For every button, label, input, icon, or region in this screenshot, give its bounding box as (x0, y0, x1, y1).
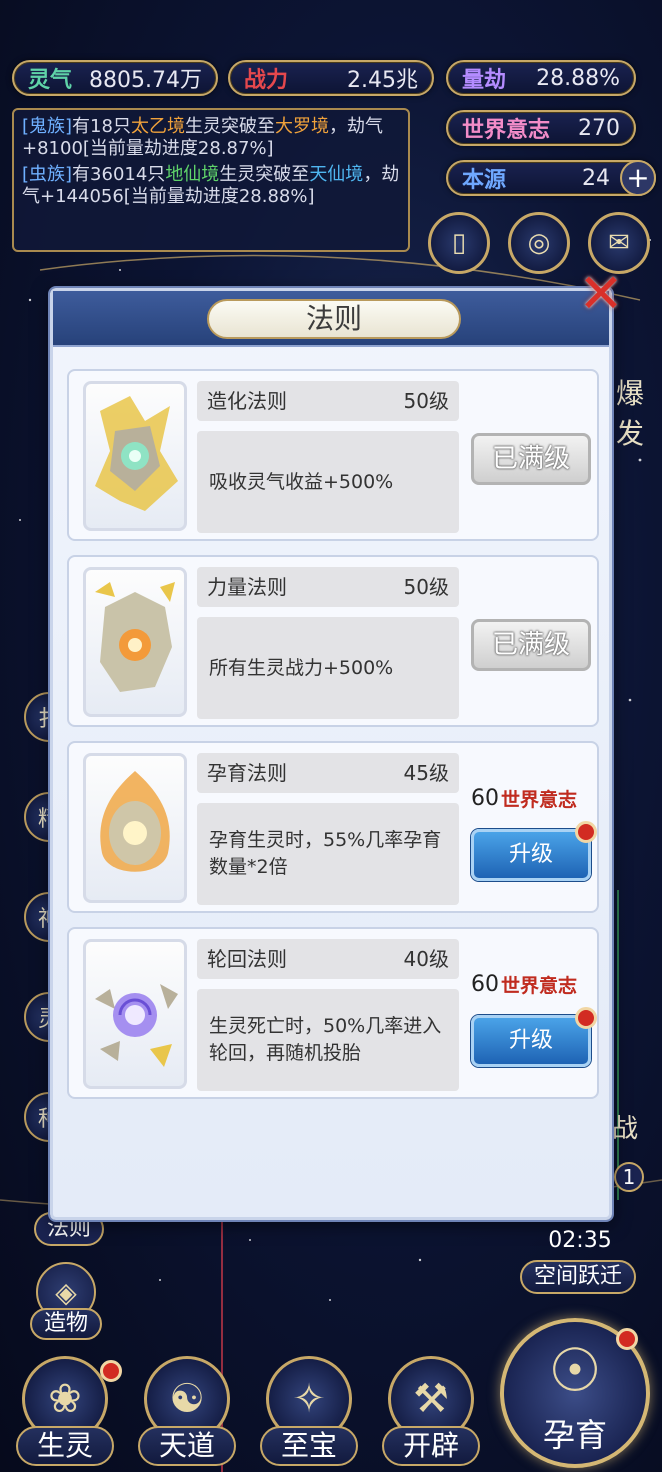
zaowu-button[interactable]: ◈ 造物 (30, 1262, 102, 1342)
law-card-lunhui: 轮回法则 40级 生灵死亡时，50%几率进入轮回，再随机投胎 60 世界意志 升级 (67, 927, 599, 1099)
scroll-icon: ✉ (608, 228, 630, 258)
law-name: 轮回法则 40级 (197, 939, 459, 979)
cost-amount: 60 (471, 971, 499, 997)
upgrade-cost: 60 世界意志 (471, 967, 595, 1001)
log-tag: [鬼族] (22, 116, 73, 137)
notification-dot (575, 1007, 597, 1029)
cost-currency: 世界意志 (501, 974, 578, 997)
law-card-yunyu: 孕育法则 45级 孕育生灵时，55%几率孕育数量*2倍 60 世界意志 升级 (67, 741, 599, 913)
liangjie-value: 28.88% (536, 65, 620, 91)
log-line-1: [鬼族]有18只太乙境生灵突破至大罗境，劫气+8100[当前量劫进度28.87%… (22, 116, 400, 160)
benyuan-resource: 本源 24 + (446, 160, 656, 196)
add-benyuan-button[interactable]: + (620, 160, 656, 196)
law-name: 造化法则 50级 (197, 381, 459, 421)
log-realm: 太乙境 (130, 116, 185, 137)
law-card-liliang: 力量法则 50级 所有生灵战力+500% 已满级 (67, 555, 599, 727)
law-description: 所有生灵战力+500% (197, 617, 459, 719)
law-level: 50级 (403, 575, 449, 599)
maxed-button[interactable]: 已满级 (471, 433, 591, 485)
shijie-yizhi-label: 世界意志 (462, 117, 551, 143)
law-description: 生灵死亡时，50%几率进入轮回，再随机投胎 (197, 989, 459, 1091)
nav-label: 开辟 (382, 1426, 480, 1466)
law-level: 50级 (403, 389, 449, 413)
space-jump-button[interactable]: 空间跃迁 (520, 1260, 636, 1294)
zaohua-law-art (83, 381, 187, 531)
law-name-text: 孕育法则 (207, 761, 287, 785)
upgrade-button[interactable]: 升级 (471, 1015, 591, 1067)
panel-title: 法则 (207, 299, 461, 339)
benyuan-value: 24 (582, 165, 610, 191)
law-level: 45级 (403, 761, 449, 785)
flame-egg-icon (100, 771, 170, 872)
log-line-2: [虫族]有36014只地仙境生灵突破至天仙境，劫气+144056[当前量劫进度2… (22, 164, 400, 208)
right-side-label-a[interactable]: 爆发 (616, 372, 662, 452)
law-panel: 法则 造化法则 50级 吸收灵气收益+500% 已满级 力量法则 50级 所有生灵战… (50, 288, 612, 1220)
countdown-timer: 02:35 (548, 1228, 612, 1253)
law-description: 孕育生灵时，55%几率孕育数量*2倍 (197, 803, 459, 905)
yunyu-label: 孕育 (542, 1416, 607, 1454)
law-description: 吸收灵气收益+500% (197, 431, 459, 533)
log-text: 生灵突破至 (184, 116, 275, 137)
shijie-yizhi-value: 270 (578, 115, 620, 141)
right-side-counter[interactable]: 1 (614, 1162, 644, 1192)
rock-orb-icon (95, 582, 175, 692)
zaowu-label: 造物 (30, 1308, 102, 1340)
close-icon: ✕ (578, 261, 624, 325)
lunhui-law-art (83, 939, 187, 1089)
nav-label: 至宝 (260, 1426, 358, 1466)
notification-dot (575, 821, 597, 843)
nav-shengling[interactable]: ❀ 生灵 (12, 1356, 122, 1468)
law-name-text: 轮回法则 (207, 947, 287, 971)
crystal-orb-icon (95, 396, 178, 511)
law-name: 力量法则 50级 (197, 567, 459, 607)
vortex-icon-button[interactable]: ◎ (508, 212, 570, 274)
log-realm: 地仙境 (165, 164, 220, 185)
nav-label: 生灵 (16, 1426, 114, 1466)
close-button[interactable]: ✕ (572, 261, 630, 325)
upgrade-cost: 60 世界意志 (471, 781, 595, 815)
law-card-zaohua: 造化法则 50级 吸收灵气收益+500% 已满级 (67, 369, 599, 541)
cost-amount: 60 (471, 785, 499, 811)
zhanli-value: 2.45兆 (347, 68, 418, 93)
yunyu-law-art (83, 753, 187, 903)
benyuan-label: 本源 (462, 167, 507, 193)
log-realm: 天仙境 (309, 164, 364, 185)
shijie-yizhi-resource: 世界意志 270 (446, 110, 636, 146)
liangjie-label: 量劫 (462, 67, 507, 93)
nav-tiandao[interactable]: ☯ 天道 (134, 1356, 240, 1468)
zhanli-label: 战力 (244, 67, 289, 93)
log-realm: 大罗境 (274, 116, 329, 137)
lingqi-value: 8805.74万 (89, 68, 202, 93)
liliang-law-art (83, 567, 187, 717)
event-log: [鬼族]有18只太乙境生灵突破至大罗境，劫气+8100[当前量劫进度28.87%… (12, 108, 410, 252)
log-text: 生灵突破至 (219, 164, 310, 185)
nav-kaipi[interactable]: ⚒ 开辟 (378, 1356, 484, 1468)
notification-dot (616, 1328, 638, 1350)
lingqi-resource: 灵气 8805.74万 (12, 60, 218, 96)
notification-dot (100, 1360, 122, 1382)
log-text: 有36014只 (72, 164, 166, 185)
law-level: 40级 (403, 947, 449, 971)
vortex-orb-icon (95, 984, 178, 1067)
upgrade-button[interactable]: 升级 (471, 829, 591, 881)
log-text: 有18只 (72, 116, 131, 137)
card-icon: ▯ (451, 228, 467, 258)
log-tag: [虫族] (22, 164, 73, 185)
law-name: 孕育法则 45级 (197, 753, 459, 793)
law-name-text: 力量法则 (207, 575, 287, 599)
nav-label: 天道 (138, 1426, 236, 1466)
law-name-text: 造化法则 (207, 389, 287, 413)
nav-zhibao[interactable]: ✧ 至宝 (256, 1356, 362, 1468)
vortex-icon: ◎ (527, 228, 551, 258)
cost-currency: 世界意志 (501, 788, 578, 811)
liangjie-resource: 量劫 28.88% (446, 60, 636, 96)
zhanli-resource: 战力 2.45兆 (228, 60, 434, 96)
card-icon-button[interactable]: ▯ (428, 212, 490, 274)
lingqi-label: 灵气 (28, 67, 73, 93)
right-side-label-b[interactable]: 战 (612, 1108, 638, 1145)
maxed-button[interactable]: 已满级 (471, 619, 591, 671)
